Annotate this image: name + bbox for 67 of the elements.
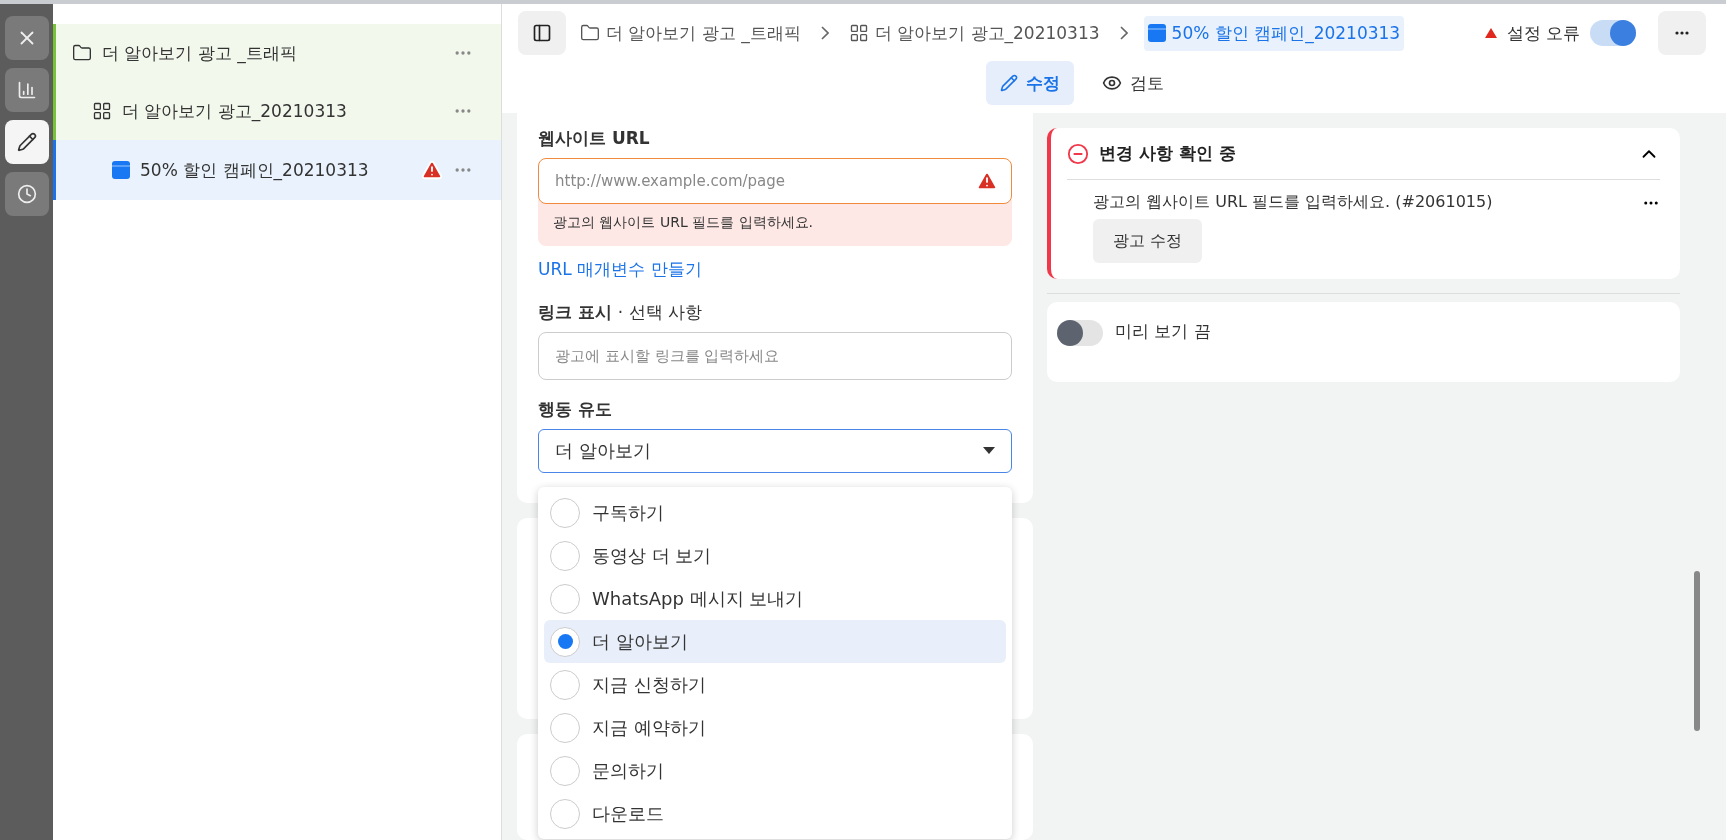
pencil-icon bbox=[16, 132, 37, 152]
url-params-link[interactable]: URL 매개변수 만들기 bbox=[538, 258, 1012, 281]
preview-label: 미리 보기 끔 bbox=[1115, 320, 1211, 343]
radio-button[interactable] bbox=[550, 540, 580, 571]
chevron-icon bbox=[1119, 26, 1128, 40]
chart-button[interactable] bbox=[4, 68, 49, 112]
display-link-field[interactable]: 광고에 표시할 링크를 입력하세요 bbox=[538, 332, 1012, 380]
mode-tab[interactable]: 수정 bbox=[986, 61, 1074, 105]
bar-chart-icon bbox=[16, 80, 37, 100]
radio-button[interactable] bbox=[550, 712, 580, 743]
menu-option[interactable]: 동영상 더 보기 bbox=[544, 534, 1006, 577]
tree-item[interactable]: 더 알아보기 광고_20210313 bbox=[53, 82, 501, 140]
radio-button[interactable] bbox=[550, 583, 580, 614]
breadcrumb[interactable]: 더 알아보기 광고_20210313 bbox=[844, 15, 1104, 51]
warning-icon bbox=[976, 170, 998, 192]
field-label: 행동 유도 bbox=[538, 398, 613, 421]
sidebar-toggle-button[interactable] bbox=[518, 11, 566, 55]
more-icon bbox=[1675, 31, 1689, 35]
field-label: 웹사이트 URL bbox=[538, 127, 651, 150]
menu-option[interactable]: 문의하기 bbox=[544, 749, 1006, 792]
history-button[interactable] bbox=[4, 172, 49, 216]
edit-ad-button[interactable]: 광고 수정 bbox=[1093, 219, 1203, 263]
menu-option[interactable]: 더 알아보기 bbox=[544, 620, 1006, 663]
breadcrumb[interactable]: 50% 할인 캠페인_20210313 bbox=[1143, 15, 1405, 51]
edit-button[interactable] bbox=[4, 120, 49, 164]
radio-button[interactable] bbox=[550, 497, 580, 528]
menu-option[interactable]: WhatsApp 메시지 보내기 bbox=[544, 577, 1006, 620]
error-message: 광고의 웹사이트 URL 필드를 입력하세요. bbox=[538, 200, 1012, 246]
tree-item-label: 50% 할인 캠페인_20210313 bbox=[140, 158, 370, 182]
grid-icon bbox=[848, 23, 869, 43]
sidebar-icon bbox=[532, 23, 552, 43]
cta-select[interactable]: 더 알아보기 bbox=[538, 429, 1012, 473]
status-label: 설정 오류 bbox=[1506, 21, 1580, 45]
tree-item-label: 더 알아보기 광고 _트래픽 bbox=[102, 41, 298, 65]
ad-icon bbox=[1147, 24, 1166, 42]
website-url-field[interactable]: http://www.example.com/page bbox=[538, 158, 1012, 204]
menu-option[interactable]: 다운로드 bbox=[544, 792, 1006, 835]
tree-item[interactable]: 50% 할인 캠페인_20210313 bbox=[53, 140, 501, 200]
menu-option[interactable]: 지금 예약하기 bbox=[544, 706, 1006, 749]
radio-button[interactable] bbox=[550, 798, 580, 829]
mode-tab[interactable]: 검토 bbox=[1088, 61, 1178, 105]
caret-icon bbox=[983, 447, 995, 455]
radio-button[interactable] bbox=[550, 626, 580, 657]
preview-toggle[interactable] bbox=[1057, 320, 1103, 346]
tree-item-label: 더 알아보기 광고_20210313 bbox=[122, 99, 348, 123]
grid-icon bbox=[92, 101, 112, 121]
folder-icon bbox=[580, 23, 600, 43]
scrollbar-thumb[interactable] bbox=[1694, 571, 1700, 731]
review-title: 변경 사항 확인 중 bbox=[1099, 142, 1237, 165]
radio-button[interactable] bbox=[550, 755, 580, 786]
chevron-icon bbox=[820, 26, 829, 40]
stop-icon bbox=[1067, 142, 1089, 165]
clock-icon bbox=[16, 184, 37, 204]
ad-icon bbox=[112, 161, 130, 179]
tree-item[interactable]: 더 알아보기 광고 _트래픽 bbox=[53, 24, 501, 82]
pencil-icon bbox=[1000, 74, 1018, 92]
menu-option[interactable]: 구독하기 bbox=[544, 491, 1006, 534]
eye-icon bbox=[1102, 73, 1122, 93]
warning-icon bbox=[1484, 28, 1497, 38]
folder-icon bbox=[72, 43, 92, 63]
status-toggle[interactable] bbox=[1590, 20, 1636, 46]
close-button[interactable] bbox=[4, 16, 49, 60]
menu-option[interactable]: 지금 신청하기 bbox=[544, 663, 1006, 706]
radio-button[interactable] bbox=[550, 669, 580, 700]
field-label: 링크 표시 · 선택 사항 bbox=[538, 301, 704, 324]
breadcrumb[interactable]: 더 알아보기 광고 _트래픽 bbox=[576, 15, 805, 51]
review-message: 광고의 웹사이트 URL 필드를 입력하세요. (#2061015) bbox=[1093, 192, 1494, 213]
